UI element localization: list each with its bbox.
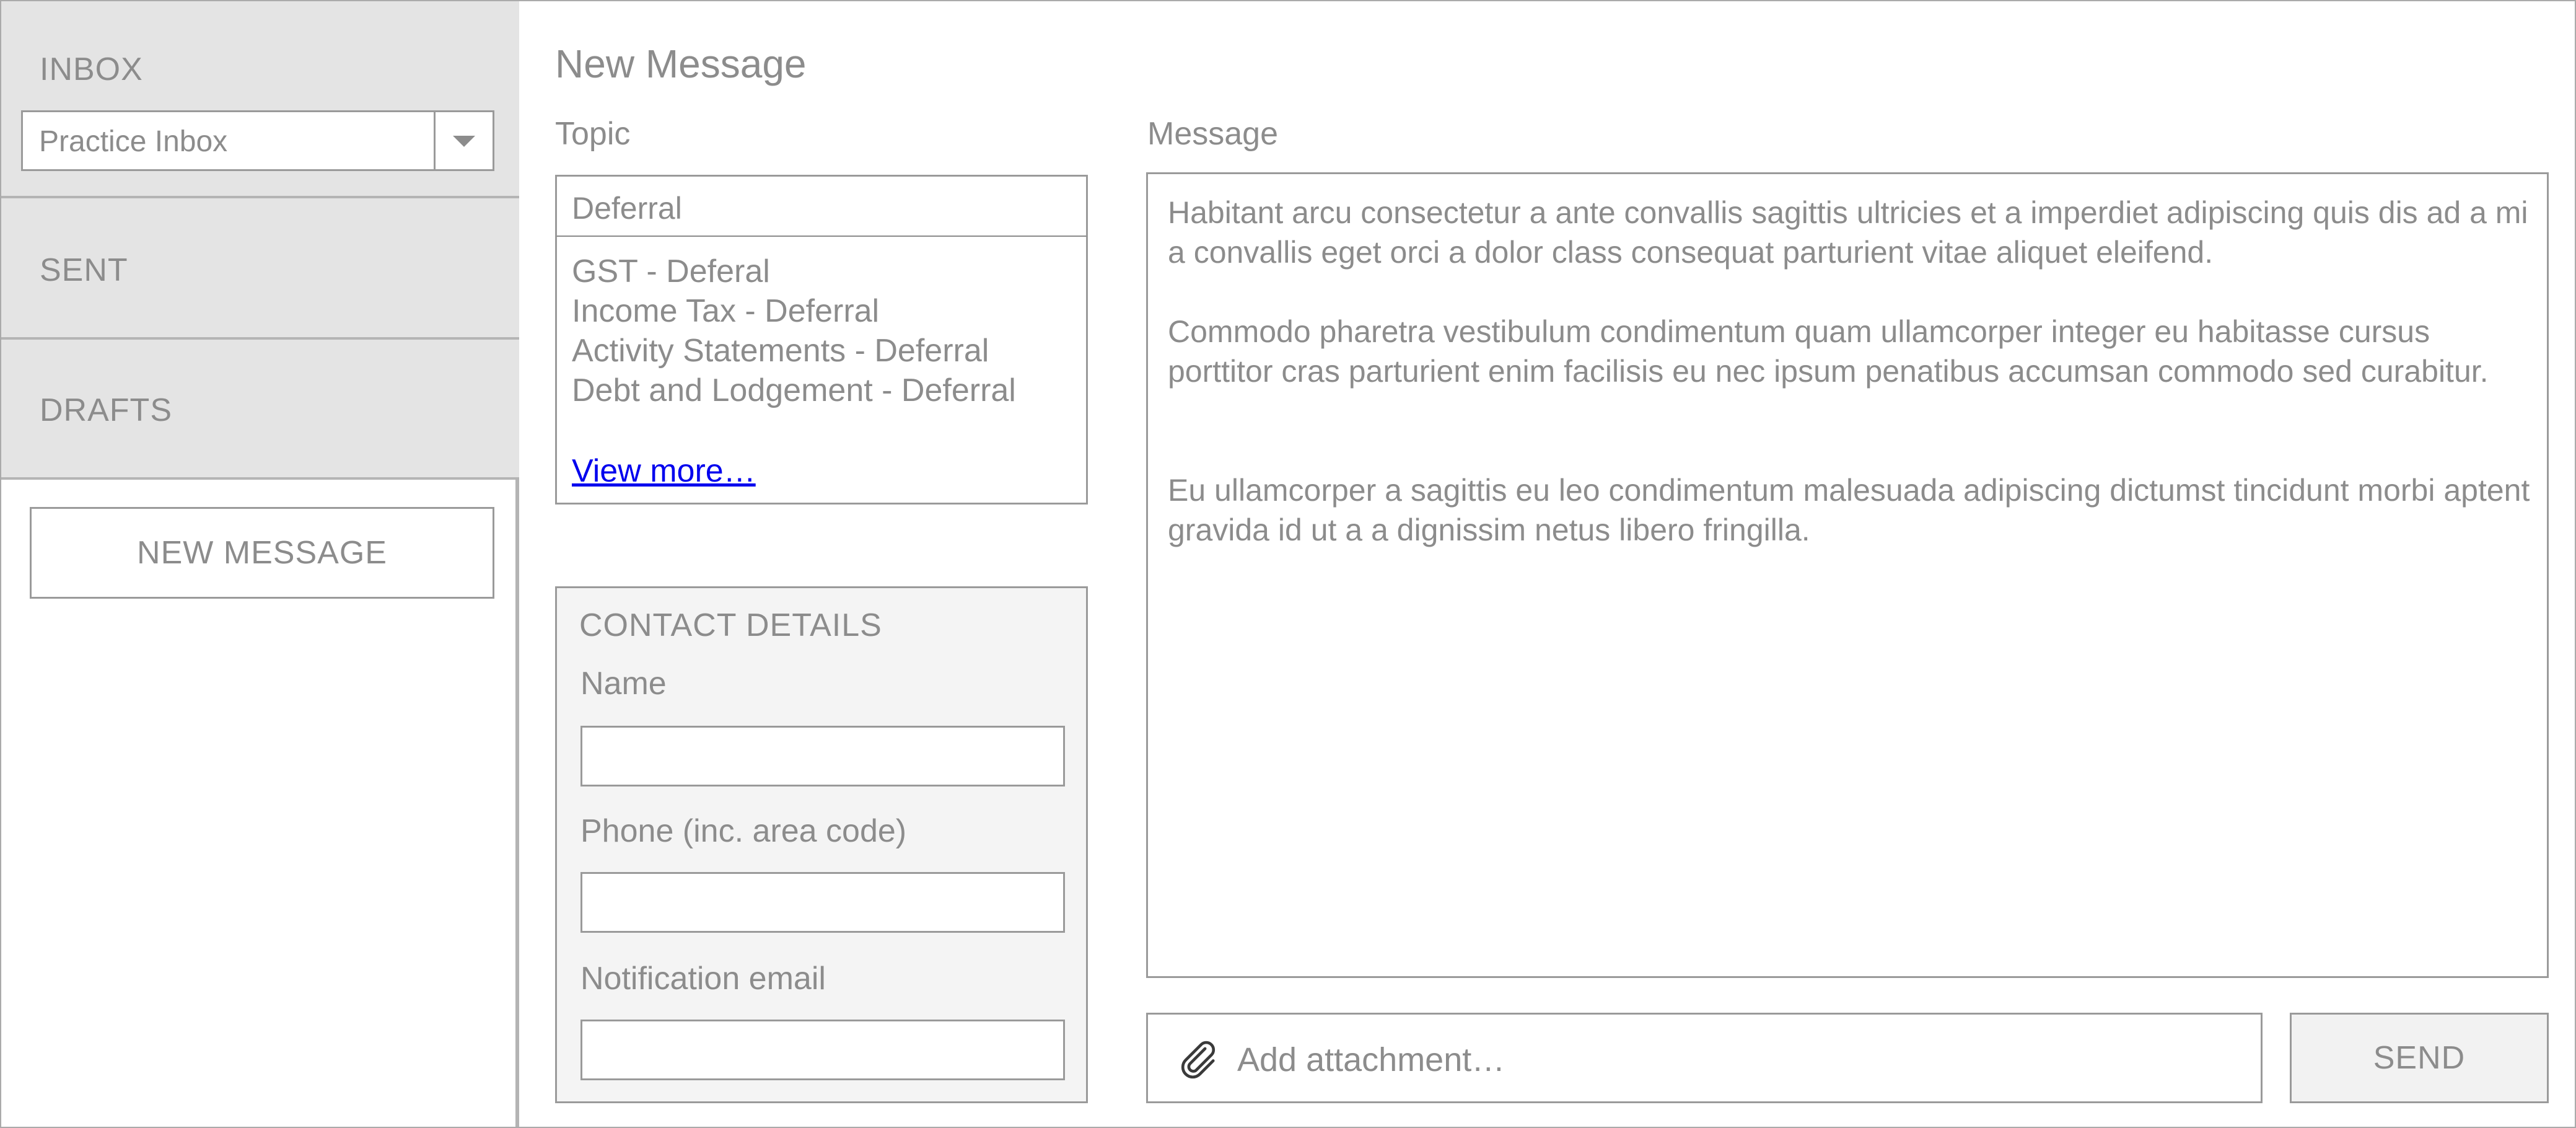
add-attachment-field[interactable]: Add attachment… xyxy=(1146,1013,2263,1103)
view-more-link[interactable]: View more… xyxy=(572,452,756,490)
message-textarea[interactable]: Habitant arcu consectetur a ante convall… xyxy=(1146,172,2549,978)
message-label: Message xyxy=(1147,116,1278,152)
new-message-button[interactable]: NEW MESSAGE xyxy=(30,507,494,599)
message-paragraph: Habitant arcu consectetur a ante convall… xyxy=(1168,195,2528,270)
name-field[interactable] xyxy=(580,726,1065,787)
topic-option[interactable]: Debt and Lodgement - Deferral xyxy=(572,372,1016,409)
sidebar-item-sent[interactable]: SENT xyxy=(1,198,519,340)
inbox-select[interactable]: Practice Inbox xyxy=(21,110,494,171)
sidebar-item-drafts[interactable]: DRAFTS xyxy=(1,340,519,480)
inbox-select-value: Practice Inbox xyxy=(39,125,228,158)
topic-option[interactable]: Activity Statements - Deferral xyxy=(572,332,989,369)
chevron-down-icon xyxy=(453,136,475,147)
phone-field[interactable] xyxy=(580,872,1065,933)
contact-details-heading: CONTACT DETAILS xyxy=(579,607,882,643)
topic-suggestions: GST - Deferal Income Tax - Deferral Acti… xyxy=(555,237,1088,505)
page-title: New Message xyxy=(555,42,807,86)
topic-option[interactable]: GST - Deferal xyxy=(572,253,770,290)
paperclip-icon xyxy=(1181,1041,1216,1079)
sidebar-section-inbox[interactable]: INBOX Practice Inbox xyxy=(1,1,519,198)
sidebar-item-sent-label: SENT xyxy=(40,252,128,288)
sidebar-item-drafts-label: DRAFTS xyxy=(40,392,172,428)
topic-label: Topic xyxy=(555,116,631,152)
phone-label: Phone (inc. area code) xyxy=(580,813,907,849)
message-paragraph: Eu ullamcorper a sagittis eu leo condime… xyxy=(1168,473,2530,547)
email-field[interactable] xyxy=(580,1020,1065,1080)
message-paragraph: Commodo pharetra vestibulum condimentum … xyxy=(1168,314,2489,389)
dropdown-button[interactable] xyxy=(434,112,493,169)
email-label: Notification email xyxy=(580,961,826,997)
sidebar: INBOX Practice Inbox SENT DRAFTS NEW MES… xyxy=(1,1,519,1127)
attachment-placeholder: Add attachment… xyxy=(1237,1041,1505,1078)
sidebar-item-inbox-label: INBOX xyxy=(40,51,143,87)
send-button[interactable]: SEND xyxy=(2290,1013,2549,1103)
topic-option[interactable]: Income Tax - Deferral xyxy=(572,293,879,330)
topic-input[interactable]: Deferral xyxy=(555,175,1088,238)
topic-input-value: Deferral xyxy=(572,191,682,226)
name-label: Name xyxy=(580,666,667,702)
contact-details-panel: CONTACT DETAILS Name Phone (inc. area co… xyxy=(555,586,1088,1103)
